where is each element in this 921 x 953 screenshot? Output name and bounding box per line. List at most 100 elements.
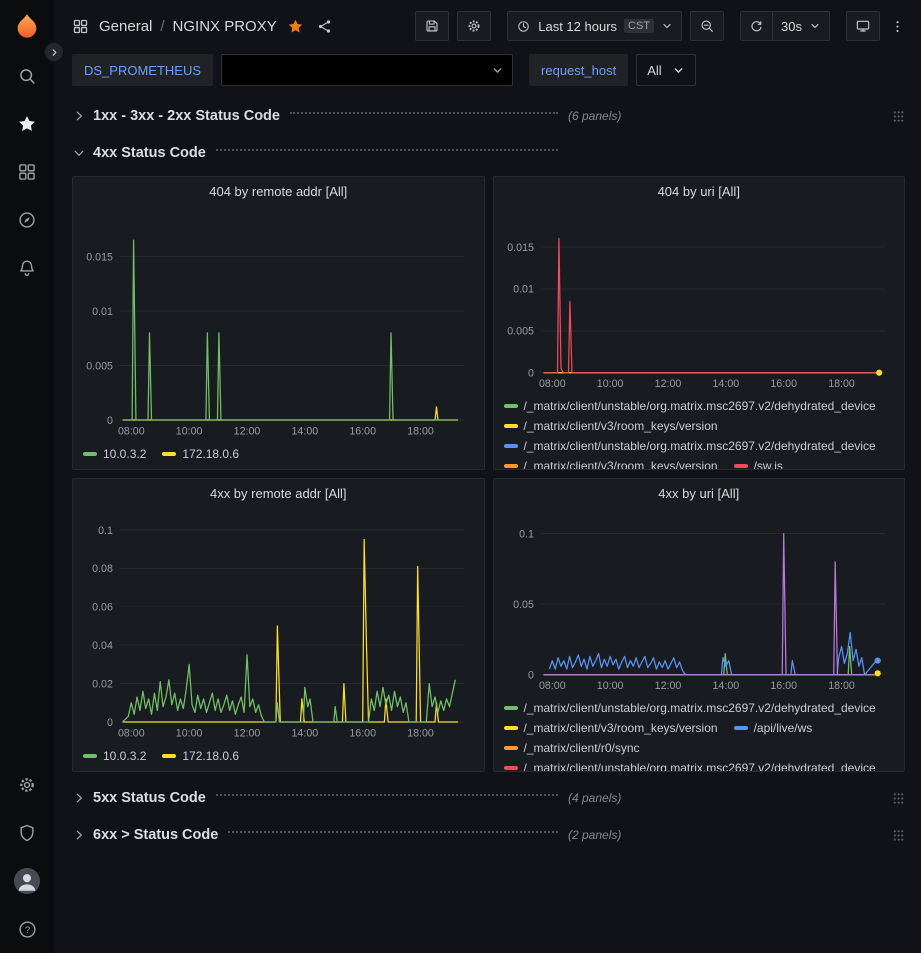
- legend-item[interactable]: 172.18.0.6: [162, 445, 239, 463]
- chevron-down-icon: [72, 146, 86, 160]
- legend-item[interactable]: /_matrix/client/unstable/org.matrix.msc2…: [504, 699, 876, 717]
- dashboard-apps-icon: [70, 16, 91, 37]
- time-range-picker[interactable]: Last 12 hours CST: [507, 11, 682, 41]
- chart-4xx-by-remote-addr[interactable]: 00.020.040.060.080.108:0010:0012:0014:00…: [73, 507, 484, 745]
- legend-swatch: [504, 706, 518, 710]
- variable-value-request-host[interactable]: All: [636, 54, 695, 86]
- refresh-interval-dropdown[interactable]: 30s: [773, 11, 830, 41]
- svg-text:16:00: 16:00: [770, 680, 797, 692]
- row-drag-handle[interactable]: [892, 792, 905, 805]
- legend-swatch: [162, 452, 176, 456]
- sidebar-expand-button[interactable]: [44, 42, 64, 62]
- legend-label: /_matrix/client/unstable/org.matrix.msc2…: [524, 397, 876, 415]
- legend-item[interactable]: 10.0.3.2: [83, 747, 146, 765]
- variable-label-request-host[interactable]: request_host: [529, 54, 628, 86]
- more-menu-button[interactable]: [888, 16, 907, 37]
- row-4xx[interactable]: 4xx Status Code: [72, 139, 905, 167]
- legend-item[interactable]: /_matrix/client/v3/room_keys/version: [504, 457, 718, 470]
- star-filled-icon: [287, 18, 304, 35]
- svg-text:18:00: 18:00: [828, 378, 855, 390]
- refresh-button[interactable]: [740, 11, 773, 41]
- chevron-right-icon: [72, 791, 86, 805]
- time-zoom-out-button[interactable]: [690, 11, 724, 41]
- sidebar-item-dashboards[interactable]: [0, 148, 54, 196]
- legend-label: 10.0.3.2: [103, 445, 146, 463]
- row-drag-handle[interactable]: [892, 110, 905, 123]
- legend-item[interactable]: /_matrix/client/unstable/org.matrix.msc2…: [504, 759, 876, 772]
- gear-icon: [466, 18, 482, 34]
- legend-label: /_matrix/client/v3/room_keys/version: [524, 417, 718, 435]
- legend-label: 10.0.3.2: [103, 747, 146, 765]
- legend-label: 172.18.0.6: [182, 445, 239, 463]
- panel-title[interactable]: 4xx by remote addr [All]: [73, 479, 484, 507]
- legend-item[interactable]: /_matrix/client/v3/room_keys/version: [504, 417, 718, 435]
- drag-dots-icon: [892, 829, 905, 842]
- drag-dots-icon: [892, 792, 905, 805]
- share-dashboard-button[interactable]: [314, 16, 335, 37]
- svg-text:14:00: 14:00: [292, 728, 319, 740]
- svg-text:0.01: 0.01: [92, 306, 113, 318]
- chevron-down-icon: [661, 20, 673, 32]
- row-panel-count: (6 panels): [568, 109, 621, 123]
- tv-mode-button[interactable]: [846, 11, 880, 41]
- sidebar: ?: [0, 0, 54, 953]
- sidebar-item-search[interactable]: [0, 52, 54, 100]
- chevron-down-icon: [809, 20, 821, 32]
- variable-label-datasource[interactable]: DS_PROMETHEUS: [72, 54, 213, 86]
- legend-swatch: [504, 424, 518, 428]
- chart-4xx-by-uri[interactable]: 00.050.108:0010:0012:0014:0016:0018:00: [494, 507, 905, 697]
- sidebar-item-starred[interactable]: [0, 100, 54, 148]
- chevron-right-icon: [49, 47, 60, 58]
- legend: /_matrix/client/unstable/org.matrix.msc2…: [494, 395, 905, 470]
- legend-item[interactable]: /sw.js: [734, 457, 783, 470]
- legend: /_matrix/client/unstable/org.matrix.msc2…: [494, 697, 905, 772]
- star-icon: [17, 114, 37, 134]
- sidebar-item-server-admin[interactable]: [0, 809, 54, 857]
- legend-item[interactable]: 172.18.0.6: [162, 747, 239, 765]
- sidebar-nav-top: [0, 52, 54, 292]
- legend-item[interactable]: /_matrix/client/r0/sync: [504, 739, 640, 757]
- refresh-icon: [749, 19, 764, 34]
- chart-404-by-uri[interactable]: 00.0050.010.01508:0010:0012:0014:0016:00…: [494, 205, 905, 395]
- sidebar-item-help[interactable]: ?: [0, 905, 54, 953]
- monitor-icon: [855, 18, 871, 34]
- row-5xx[interactable]: 5xx Status Code (4 panels): [72, 784, 905, 812]
- sidebar-item-profile[interactable]: [0, 857, 54, 905]
- panel-4xx-by-remote-addr: 4xx by remote addr [All] 00.020.040.060.…: [72, 478, 485, 772]
- sidebar-item-explore[interactable]: [0, 196, 54, 244]
- row-1xx-3xx-2xx[interactable]: 1xx - 3xx - 2xx Status Code (6 panels): [72, 102, 905, 130]
- row-6xx[interactable]: 6xx > Status Code (2 panels): [72, 821, 905, 849]
- svg-text:0.005: 0.005: [507, 326, 534, 338]
- panel-title[interactable]: 4xx by uri [All]: [494, 479, 905, 507]
- chevron-right-icon: [72, 109, 86, 123]
- main-area: General / NGINX PROXY: [54, 0, 921, 953]
- dashboard-settings-button[interactable]: [457, 11, 491, 41]
- panel-title[interactable]: 404 by remote addr [All]: [73, 177, 484, 205]
- page-title[interactable]: NGINX PROXY: [173, 18, 277, 35]
- legend-item[interactable]: /_matrix/client/unstable/org.matrix.msc2…: [504, 437, 876, 455]
- chart-404-by-remote-addr[interactable]: 00.0050.010.01508:0010:0012:0014:0016:00…: [73, 205, 484, 443]
- svg-text:0.1: 0.1: [98, 525, 113, 537]
- sidebar-item-configuration[interactable]: [0, 761, 54, 809]
- svg-text:0.06: 0.06: [92, 602, 113, 614]
- row-title-area: 1xx - 3xx - 2xx Status Code: [86, 108, 568, 124]
- variable-value-datasource[interactable]: [221, 54, 513, 86]
- legend: 10.0.3.2 172.18.0.6: [73, 443, 484, 470]
- legend-item[interactable]: 10.0.3.2: [83, 445, 146, 463]
- panel-title[interactable]: 404 by uri [All]: [494, 177, 905, 205]
- svg-text:0: 0: [107, 717, 113, 729]
- sidebar-item-alerting[interactable]: [0, 244, 54, 292]
- legend-swatch: [504, 464, 518, 468]
- row-dotted-line: [216, 149, 558, 151]
- row-drag-handle[interactable]: [892, 829, 905, 842]
- svg-text:08:00: 08:00: [118, 728, 145, 740]
- row-dotted-line: [290, 112, 558, 114]
- legend-item[interactable]: /_matrix/client/unstable/org.matrix.msc2…: [504, 397, 876, 415]
- favorite-star-button[interactable]: [285, 16, 306, 37]
- legend-item[interactable]: /api/live/ws: [734, 719, 813, 737]
- search-minus-icon: [699, 18, 715, 34]
- breadcrumb-section[interactable]: General: [99, 18, 152, 35]
- panel-404-by-remote-addr: 404 by remote addr [All] 00.0050.010.015…: [72, 176, 485, 470]
- save-dashboard-button[interactable]: [415, 11, 449, 41]
- legend-item[interactable]: /_matrix/client/v3/room_keys/version: [504, 719, 718, 737]
